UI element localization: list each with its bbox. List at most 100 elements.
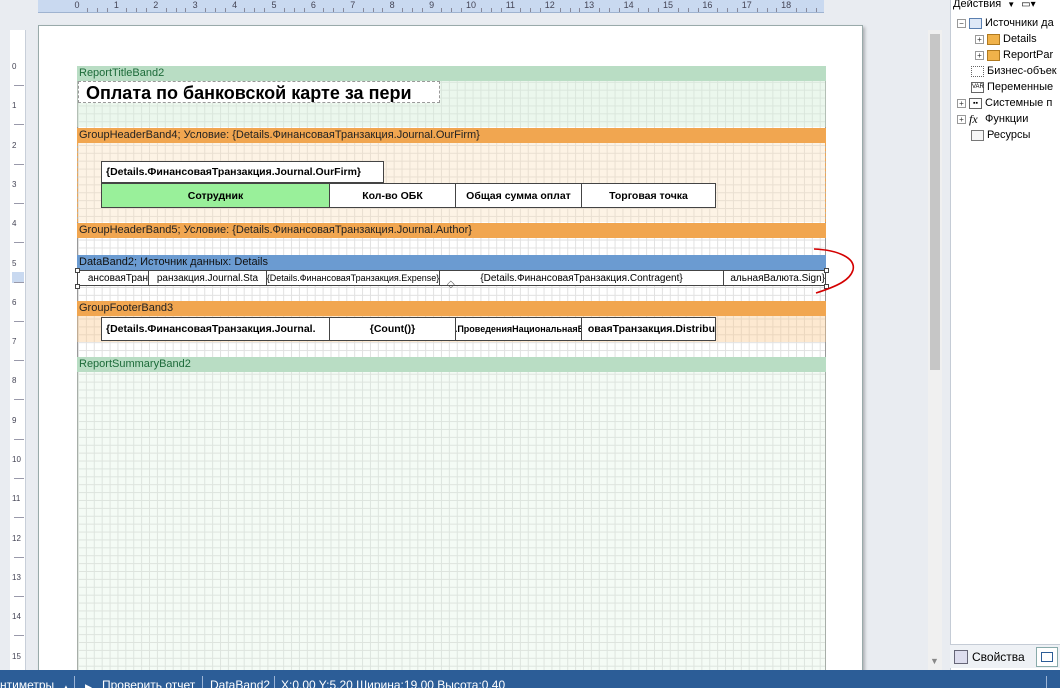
ruler-mark: 8 [389, 0, 395, 10]
footer-distribution[interactable]: оваяТранзакция.Distribu [581, 317, 716, 341]
summary-band-area [77, 372, 826, 670]
header-employee[interactable]: Сотрудник [101, 183, 330, 208]
ruler-tick [264, 8, 266, 12]
ruler-tick [214, 8, 216, 12]
resources-icon [971, 130, 984, 141]
ruler-tick [372, 8, 374, 12]
play-icon[interactable]: ▶ [85, 678, 92, 688]
data-cell-2[interactable]: ранзакция.Journal.Sta [148, 270, 267, 286]
vertical-ruler: 0 1 2 3 4 5 6 7 8 9 10 11 12 13 14 15 [10, 30, 26, 670]
ruler-tick [14, 438, 24, 440]
ruler-tick [14, 360, 24, 362]
ruler-tick [559, 8, 561, 12]
ruler-tick [776, 8, 778, 12]
report-summary-band[interactable]: ReportSummaryBand2 [77, 357, 826, 372]
ruler-mark: 1 [113, 0, 119, 10]
scrollbar-thumb[interactable] [930, 34, 940, 370]
position-readout: X:0,00 Y:5,20 Ширина:19,00 Высота:0,40 [281, 678, 506, 688]
divider [1046, 676, 1047, 688]
data-cell-1[interactable]: ансоваяТран [77, 270, 149, 286]
tree-item-business-objects[interactable]: Бизнес-объек [971, 64, 1057, 79]
tab-dictionary[interactable] [1036, 647, 1058, 667]
ruler-mark: 1 [12, 101, 17, 111]
data-cell-contragent[interactable]: {Details.ФинансоваяТранзакция.Contragent… [439, 270, 724, 286]
ruler-tick [303, 8, 305, 12]
tree-item-details[interactable]: + Details [975, 32, 1037, 47]
data-band[interactable]: DataBand2; Источник данных: Details [77, 255, 826, 270]
expand-icon[interactable]: + [957, 99, 966, 108]
new-item-icon[interactable]: ▭▾ [1021, 0, 1035, 10]
ruler-tick [96, 8, 98, 12]
units-dropdown[interactable]: нтиметры [0, 676, 54, 688]
ruler-mark: 18 [781, 0, 792, 10]
ruler-mark: 12 [544, 0, 555, 10]
ruler-corner [0, 0, 38, 13]
panel-tabs: Свойства [950, 644, 1060, 668]
actions-menu[interactable]: Действия [953, 0, 1001, 10]
footer-count[interactable]: {Count()} [329, 317, 456, 341]
ruler-mark: 10 [12, 455, 21, 464]
header-total[interactable]: Общая сумма оплат [455, 183, 582, 208]
tree-item-variables[interactable]: VAR Переменные [971, 80, 1053, 95]
ruler-mark: 15 [662, 0, 673, 10]
ruler-mark: 8 [12, 376, 17, 386]
chevron-down-icon[interactable]: ▼ [1007, 0, 1015, 9]
ruler-tick [490, 8, 492, 12]
group-header-band-5[interactable]: GroupHeaderBand5; Условие: {Details.Фина… [77, 223, 826, 238]
ruler-tick [658, 8, 660, 12]
ruler-tick [342, 8, 344, 12]
ruler-mark: 7 [12, 337, 17, 347]
check-report-button[interactable]: Проверить отчет [102, 676, 195, 688]
resize-handle-bl[interactable] [75, 284, 80, 289]
divider [74, 676, 75, 688]
report-title-band[interactable]: ReportTitleBand2 [77, 66, 826, 81]
expand-icon[interactable]: + [957, 115, 966, 124]
group-footer-band-3[interactable]: GroupFooterBand3 [77, 301, 826, 316]
vertical-scrollbar[interactable]: ▼ [928, 30, 942, 670]
footer-sum[interactable]: Details.ПроведенияНациональнаяВалюта [455, 317, 582, 341]
ruler-mark: 14 [623, 0, 634, 10]
group-header-band-4[interactable]: GroupHeaderBand4; Условие: {Details.Фина… [77, 128, 826, 143]
tree-item-reportparams[interactable]: + ReportPar [975, 48, 1053, 63]
ruler-mark: 6 [12, 297, 17, 307]
expand-icon[interactable]: + [975, 35, 984, 44]
ruler-tick [175, 8, 177, 12]
tree-item-system[interactable]: + ▪▪ Системные п [957, 96, 1052, 111]
dictionary-toolbar: Действия ▼ ▭▾ [953, 0, 1060, 12]
ruler-tick [697, 8, 699, 12]
ruler-tick [14, 595, 24, 597]
ruler-tick [165, 8, 167, 12]
ruler-tick [333, 8, 335, 12]
ruler-tick [136, 8, 138, 12]
ruler-tick [145, 8, 147, 12]
tab-properties[interactable]: Свойства [954, 648, 1025, 666]
footer-author[interactable]: {Details.ФинансоваяТранзакция.Journal. [101, 317, 330, 341]
ruler-mark: 9 [429, 0, 435, 10]
header-count[interactable]: Кол-во ОБК [329, 183, 456, 208]
ruler-mark: 6 [310, 0, 316, 10]
ruler-tick [451, 8, 453, 12]
data-cell-expense[interactable]: {Details.ФинансоваяТранзакция.Expense} [266, 270, 440, 286]
scroll-down-icon[interactable]: ▼ [930, 656, 939, 666]
move-handle-icon[interactable]: ◇ [447, 279, 455, 290]
ruler-mark: 2 [12, 140, 17, 150]
ruler-tick [500, 8, 502, 12]
ruler-mark: 12 [12, 533, 21, 543]
tree-item-resources[interactable]: Ресурсы [971, 128, 1030, 143]
table-icon [987, 50, 1000, 61]
report-title-text[interactable]: Оплата по банковской карте за пери [78, 81, 440, 103]
tree-item-functions[interactable]: + fx Функции [957, 112, 1028, 127]
collapse-icon[interactable]: − [957, 19, 966, 28]
expand-icon[interactable]: + [975, 51, 984, 60]
resize-handle-tl[interactable] [75, 268, 80, 273]
ruler-tick [638, 8, 640, 12]
header-outlet[interactable]: Торговая точка [581, 183, 716, 208]
ruler-tick [14, 242, 24, 244]
ruler-tick [106, 8, 108, 12]
variable-icon: VAR [971, 82, 984, 93]
ruler-tick [441, 8, 443, 12]
chevron-up-icon[interactable]: ▲ [62, 679, 70, 688]
tree-item-datasources[interactable]: − Источники да [957, 16, 1054, 31]
ourfirm-field[interactable]: {Details.ФинансоваяТранзакция.Journal.Ou… [101, 161, 384, 183]
properties-icon [954, 650, 968, 664]
